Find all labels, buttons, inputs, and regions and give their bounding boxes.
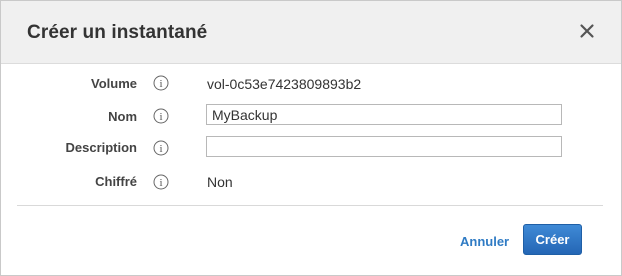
description-row: Description i bbox=[1, 136, 621, 160]
info-icon[interactable]: i bbox=[153, 108, 169, 124]
dialog-header: Créer un instantané bbox=[1, 1, 621, 64]
close-icon[interactable] bbox=[577, 21, 597, 41]
volume-value: vol-0c53e7423809893b2 bbox=[207, 76, 362, 92]
volume-label: Volume bbox=[91, 76, 137, 91]
encrypted-label: Chiffré bbox=[95, 174, 137, 189]
name-input[interactable] bbox=[206, 104, 562, 125]
dialog-title: Créer un instantané bbox=[27, 22, 208, 43]
footer-divider bbox=[17, 205, 603, 206]
encrypted-row: Chiffré i Non bbox=[1, 171, 621, 195]
cancel-link[interactable]: Annuler bbox=[460, 234, 509, 249]
create-button[interactable]: Créer bbox=[523, 224, 582, 255]
name-label: Nom bbox=[108, 109, 137, 124]
svg-text:i: i bbox=[159, 177, 162, 189]
svg-text:i: i bbox=[159, 111, 162, 123]
info-icon[interactable]: i bbox=[153, 75, 169, 91]
name-row: Nom i bbox=[1, 104, 621, 128]
svg-text:i: i bbox=[159, 143, 162, 155]
volume-row: Volume i vol-0c53e7423809893b2 bbox=[1, 73, 621, 97]
description-label: Description bbox=[65, 140, 137, 155]
info-icon[interactable]: i bbox=[153, 174, 169, 190]
create-snapshot-dialog: Créer un instantané Volume i vol-0c53e74… bbox=[0, 0, 622, 276]
encrypted-value: Non bbox=[207, 174, 233, 190]
description-input[interactable] bbox=[206, 136, 562, 157]
info-icon[interactable]: i bbox=[153, 140, 169, 156]
svg-text:i: i bbox=[159, 78, 162, 90]
